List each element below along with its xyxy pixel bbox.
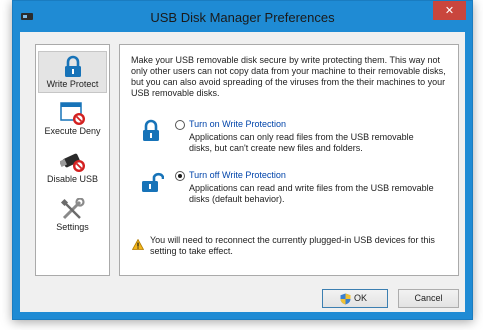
ok-label: OK <box>354 293 368 303</box>
turn-off-description: Applications can read and write files fr… <box>189 183 434 204</box>
sidebar-item-disable-usb[interactable]: Disable USB <box>38 147 107 189</box>
window-title: USB Disk Manager Preferences <box>150 10 335 25</box>
sidebar-item-label: Settings <box>56 222 89 232</box>
sidebar-item-settings[interactable]: Settings <box>38 195 107 237</box>
ok-button[interactable]: OK <box>322 289 388 308</box>
shield-icon <box>340 293 351 305</box>
tools-icon <box>60 198 85 220</box>
closed-lock-icon <box>143 119 159 141</box>
usb-block-icon <box>60 153 85 172</box>
dialog-body: Write Protect Execute Deny Disable USB S… <box>20 32 465 312</box>
cancel-button[interactable]: Cancel <box>398 289 459 308</box>
sidebar-item-execute-deny[interactable]: Execute Deny <box>38 99 107 141</box>
sidebar-item-label: Write Protect <box>46 79 99 89</box>
option-turn-off: Turn off Write Protection Applications c… <box>140 168 440 208</box>
sidebar: Write Protect Execute Deny Disable USB S… <box>35 44 110 276</box>
warning-icon <box>132 239 144 250</box>
sidebar-item-label: Execute Deny <box>44 126 101 136</box>
window-block-icon <box>60 102 85 125</box>
padlock-icon <box>65 55 81 77</box>
turn-on-description: Applications can only read files from th… <box>189 132 414 153</box>
turn-on-radio[interactable] <box>175 120 185 130</box>
close-button[interactable]: ✕ <box>433 1 466 20</box>
title-bar[interactable]: USB Disk Manager Preferences ✕ <box>13 1 472 32</box>
sidebar-item-write-protect[interactable]: Write Protect <box>38 51 107 93</box>
open-lock-icon <box>142 172 164 192</box>
warning-text: You will need to reconnect the currently… <box>150 235 435 256</box>
turn-on-label[interactable]: Turn on Write Protection <box>189 119 286 129</box>
turn-off-label[interactable]: Turn off Write Protection <box>189 170 286 180</box>
turn-off-radio[interactable] <box>175 171 185 181</box>
write-protect-panel: Make your USB removable disk secure by w… <box>119 44 459 276</box>
sidebar-item-label: Disable USB <box>46 174 99 184</box>
option-turn-on: Turn on Write Protection Applications ca… <box>140 117 440 157</box>
intro-text: Make your USB removable disk secure by w… <box>131 55 446 98</box>
preferences-window: USB Disk Manager Preferences ✕ Write Pro… <box>12 0 473 320</box>
